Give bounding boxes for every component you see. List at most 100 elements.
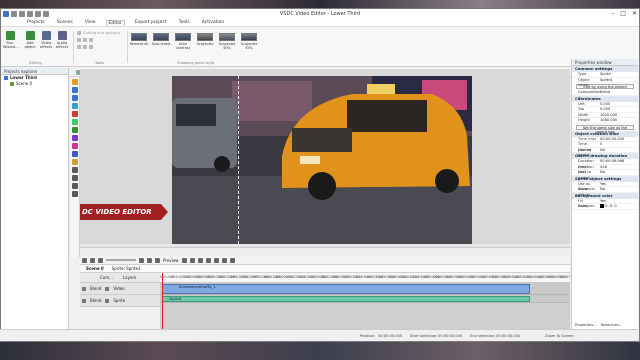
clip-label: timessquaretraffic_1 xyxy=(179,285,216,289)
timeline-empty-area[interactable] xyxy=(160,303,570,329)
quick-style-grayscale-55[interactable]: Grayscale 55% xyxy=(239,33,259,50)
quick-style-remove-all[interactable]: Remove all xyxy=(129,33,149,46)
add-object-button[interactable]: Add object xyxy=(23,31,37,49)
run-wizard-button[interactable]: Run Wizard... xyxy=(3,31,19,49)
next-frame-icon[interactable] xyxy=(213,257,219,263)
clip-video[interactable]: timessquaretraffic_1 xyxy=(162,284,530,294)
tab-properties[interactable]: Properties... xyxy=(575,323,597,327)
prop-height: Height 1080.000 xyxy=(572,118,638,124)
clip-sprite[interactable]: Sprite1 xyxy=(162,296,530,302)
crop-icon[interactable] xyxy=(77,38,81,42)
image-tool-icon[interactable] xyxy=(71,95,78,101)
stabilize-icon[interactable] xyxy=(89,45,93,49)
fit-timeline-icon[interactable] xyxy=(98,257,103,263)
cutting-label: Cutting and splitting xyxy=(83,31,120,35)
lower-third-banner[interactable]: DC VIDEO EDITOR xyxy=(80,204,168,220)
zoom-out-icon[interactable] xyxy=(90,257,95,263)
preview-icon[interactable] xyxy=(155,257,160,263)
ribbon: Run Wizard... Add object Video effects A… xyxy=(1,27,639,67)
stop-icon[interactable] xyxy=(197,257,203,263)
timeline-zoom-slider[interactable] xyxy=(106,259,136,261)
zoom-in-icon[interactable] xyxy=(82,257,87,263)
audio-effects-button[interactable]: Audio effects xyxy=(55,31,69,49)
preview-button[interactable]: Preview xyxy=(163,258,179,263)
video-tool-icon[interactable] xyxy=(71,87,78,93)
color-swatch[interactable] xyxy=(600,204,604,208)
canvas-bottom-bar xyxy=(80,247,570,254)
tab-tools[interactable]: Tools xyxy=(177,20,192,25)
tool-row-2 xyxy=(77,45,93,49)
subtitle-tool-icon[interactable] xyxy=(71,159,78,165)
properties-panel: Properties window Common settings Type Sp… xyxy=(571,59,638,329)
marker-icon[interactable] xyxy=(139,257,144,263)
maximize-icon[interactable]: □ xyxy=(620,10,626,17)
tab-export-project[interactable]: Export project xyxy=(133,20,169,25)
minimize-icon[interactable]: – xyxy=(611,10,614,17)
blend-mode[interactable]: Blend xyxy=(90,298,101,303)
video-frame[interactable] xyxy=(172,76,472,244)
timeline-ruler[interactable]: 000:000 000:00.200 000:00.400 000:00.600 000… xyxy=(160,273,578,283)
track-row-sprite[interactable]: Blend Sprite xyxy=(80,295,160,307)
tab-projects[interactable]: Projects xyxy=(25,20,47,25)
position-label: Position: xyxy=(360,334,376,338)
projects-explorer-panel: Projects explorer Lower Third Scene 0 Ob… xyxy=(1,68,69,338)
desktop-taskbar-strip xyxy=(0,342,640,360)
tab-activation[interactable]: Activation xyxy=(200,20,227,25)
speed-icon[interactable] xyxy=(77,45,81,49)
tab-scene-0[interactable]: Scene 0 xyxy=(86,265,104,272)
sprite-tool-icon[interactable] xyxy=(71,151,78,157)
quick-style-grayscale-50[interactable]: Grayscale 50% xyxy=(217,33,237,50)
play-icon[interactable] xyxy=(181,257,187,263)
edit-wizard-button[interactable]: Edit by using the wizard xyxy=(576,84,634,89)
tab-sprite[interactable]: Sprite: Sprite1 xyxy=(112,265,141,272)
status-zoom-label[interactable]: Zoom To Screen xyxy=(545,334,574,338)
playhead[interactable] xyxy=(162,273,163,329)
pause-icon[interactable] xyxy=(189,257,195,263)
quick-style-auto-levels[interactable]: Auto levels xyxy=(151,33,171,46)
quick-style-auto-contrast[interactable]: Auto contrast xyxy=(173,33,193,50)
col-layers: Layers xyxy=(122,275,137,280)
track-row-video[interactable]: Blend Video xyxy=(80,283,160,295)
tab-editor[interactable]: Editor xyxy=(105,19,125,26)
tab-view[interactable]: View xyxy=(83,20,98,25)
tree-item-scene[interactable]: Scene 0 xyxy=(1,81,68,87)
audio-tool-icon[interactable] xyxy=(71,103,78,109)
flip-icon[interactable] xyxy=(89,38,93,42)
text-tool-icon[interactable] xyxy=(71,79,78,85)
track-area-video[interactable]: timessquaretraffic_1 xyxy=(160,283,570,295)
video-effects-button[interactable]: Video effects xyxy=(39,31,53,49)
animation-tool-icon[interactable] xyxy=(71,143,78,149)
line-tool-icon[interactable] xyxy=(71,119,78,125)
split-icon[interactable] xyxy=(147,257,152,263)
chart-tool-icon[interactable] xyxy=(71,135,78,141)
position-value: 00:00:00.000 xyxy=(378,334,403,338)
quick-style-thumb xyxy=(153,33,169,41)
rotate-icon[interactable] xyxy=(83,38,87,42)
tab-scenes[interactable]: Scenes xyxy=(55,20,75,25)
mask-tool-icon[interactable] xyxy=(71,191,78,197)
scene-icon xyxy=(10,82,14,86)
cutting-splitting-button[interactable]: Cutting and splitting xyxy=(77,31,120,35)
volume-icon[interactable] xyxy=(229,257,235,263)
ellipse-tool-icon[interactable] xyxy=(71,127,78,133)
close-icon[interactable]: ✕ xyxy=(632,10,637,17)
prev-frame-icon[interactable] xyxy=(205,257,211,263)
track-area-sprite[interactable]: Sprite1 xyxy=(160,295,570,303)
visibility-icon[interactable] xyxy=(82,298,86,303)
visibility-icon[interactable] xyxy=(82,286,86,291)
tab-resources[interactable]: Resources... xyxy=(601,323,623,327)
shape-tool-icon[interactable] xyxy=(71,111,78,117)
counter-tool-icon[interactable] xyxy=(71,167,78,173)
add-object-icon xyxy=(25,31,35,40)
expand-icon[interactable] xyxy=(105,298,110,303)
free-text-tool-icon[interactable] xyxy=(71,175,78,181)
reverse-icon[interactable] xyxy=(83,45,87,49)
same-size-parent-button[interactable]: Set the same size as the parent has xyxy=(576,124,634,134)
quick-style-label: Grayscale xyxy=(196,42,214,46)
blend-mode[interactable]: Blend xyxy=(90,286,101,291)
movement-tool-icon[interactable] xyxy=(71,183,78,189)
tree-item-label: Scene 0 xyxy=(16,81,33,86)
quick-style-grayscale[interactable]: Grayscale xyxy=(195,33,215,46)
loop-icon[interactable] xyxy=(221,257,227,263)
expand-icon[interactable] xyxy=(105,286,110,291)
